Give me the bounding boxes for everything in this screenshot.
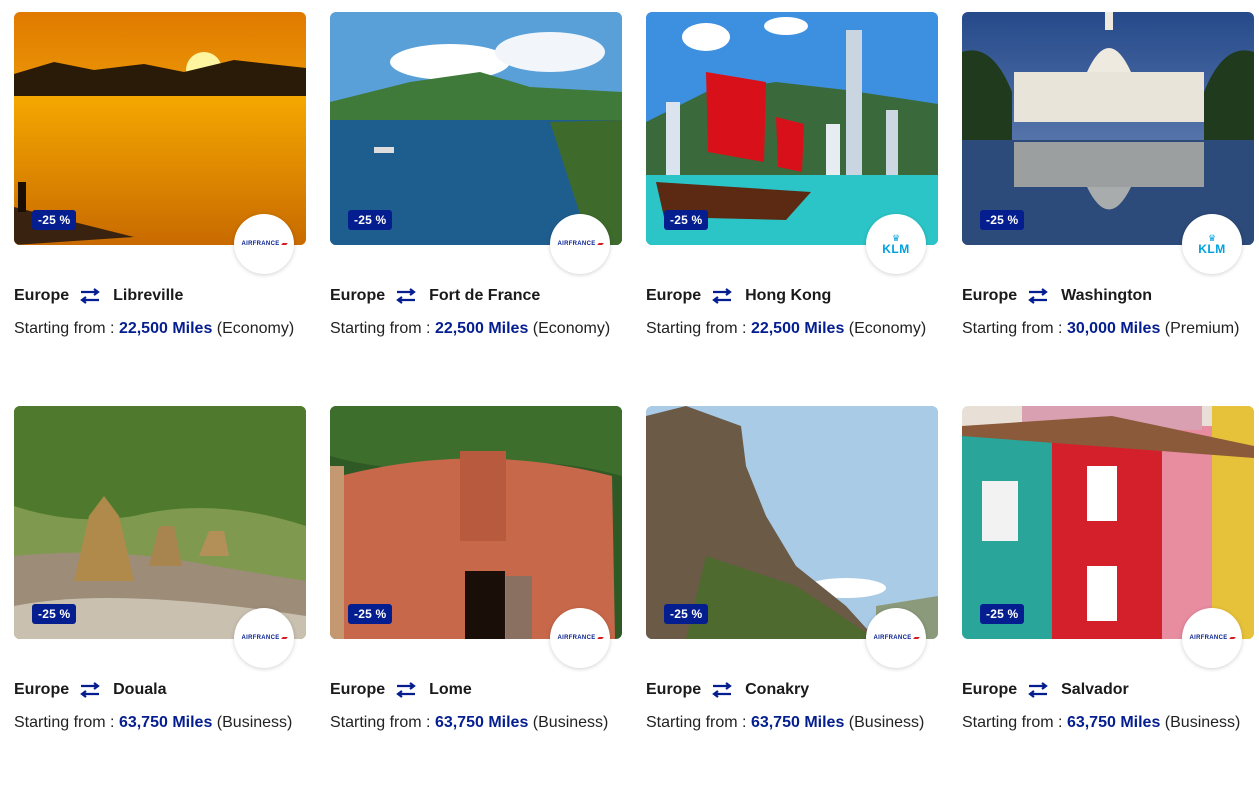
price-line: Starting from : 63,750 Miles (Business) bbox=[646, 714, 925, 731]
miles-amount: 22,500 Miles bbox=[750, 320, 845, 337]
airline-logo-klm: ♛ KLM bbox=[866, 214, 926, 274]
swap-arrows-icon bbox=[79, 682, 101, 698]
route-origin: Europe bbox=[14, 287, 70, 304]
route: Europe Conakry bbox=[646, 681, 809, 699]
price-line: Starting from : 30,000 Miles (Premium) bbox=[962, 320, 1240, 337]
offer-card-salvador[interactable]: -25 % AIRFRANCE Europe Salvador Starting… bbox=[962, 406, 1254, 800]
route-destination: Salvador bbox=[1061, 681, 1129, 698]
route-origin: Europe bbox=[330, 681, 386, 698]
destination-photo[interactable]: -25 % bbox=[14, 406, 306, 639]
destination-photo[interactable]: -25 % bbox=[646, 12, 938, 245]
price-line: Starting from : 63,750 Miles (Business) bbox=[14, 714, 293, 731]
discount-badge: -25 % bbox=[980, 210, 1025, 230]
route-origin: Europe bbox=[14, 681, 70, 698]
airline-logo-klm: ♛ KLM bbox=[1182, 214, 1242, 274]
swap-arrows-icon bbox=[395, 288, 417, 304]
cabin-class: (Business) bbox=[848, 714, 925, 731]
swap-arrows-icon bbox=[711, 682, 733, 698]
airline-logo-airfrance: AIRFRANCE bbox=[234, 608, 294, 668]
route: Europe Douala bbox=[14, 681, 166, 699]
destination-photo[interactable]: -25 % bbox=[646, 406, 938, 639]
offer-card-fort-de-france[interactable]: -25 % AIRFRANCE Europe Fort de France St… bbox=[330, 12, 622, 406]
price-line: Starting from : 22,500 Miles (Economy) bbox=[646, 320, 927, 337]
discount-badge: -25 % bbox=[348, 210, 393, 230]
offer-card-conakry[interactable]: -25 % AIRFRANCE Europe Conakry Starting … bbox=[646, 406, 938, 800]
route: Europe Hong Kong bbox=[646, 287, 831, 305]
route: Europe Fort de France bbox=[330, 287, 540, 305]
price-line: Starting from : 22,500 Miles (Economy) bbox=[14, 320, 295, 337]
swap-arrows-icon bbox=[711, 288, 733, 304]
cabin-class: (Economy) bbox=[532, 320, 611, 337]
airline-logo-airfrance: AIRFRANCE bbox=[234, 214, 294, 274]
route: Europe Washington bbox=[962, 287, 1152, 305]
route: Europe Salvador bbox=[962, 681, 1129, 699]
destination-photo[interactable]: -25 % bbox=[962, 406, 1254, 639]
destination-photo[interactable]: -25 % bbox=[962, 12, 1254, 245]
miles-amount: 63,750 Miles bbox=[750, 714, 845, 731]
price-line: Starting from : 63,750 Miles (Business) bbox=[962, 714, 1241, 731]
offer-card-libreville[interactable]: -25 % AIRFRANCE Europe Libreville Starti… bbox=[14, 12, 306, 406]
offer-card-hong-kong[interactable]: -25 % ♛ KLM Europe Hong Kong Starting fro… bbox=[646, 12, 938, 406]
offer-card-lome[interactable]: -25 % AIRFRANCE Europe Lome Starting fro… bbox=[330, 406, 622, 800]
discount-badge: -25 % bbox=[664, 604, 709, 624]
price-line: Starting from : 63,750 Miles (Business) bbox=[330, 714, 609, 731]
miles-amount: 22,500 Miles bbox=[434, 320, 529, 337]
airline-logo-airfrance: AIRFRANCE bbox=[866, 608, 926, 668]
discount-badge: -25 % bbox=[348, 604, 393, 624]
cabin-class: (Economy) bbox=[216, 320, 295, 337]
miles-amount: 63,750 Miles bbox=[1066, 714, 1161, 731]
destination-photo[interactable]: -25 % bbox=[330, 12, 622, 245]
route-destination: Douala bbox=[113, 681, 167, 698]
cabin-class: (Business) bbox=[216, 714, 293, 731]
route-destination: Hong Kong bbox=[745, 287, 832, 304]
route-origin: Europe bbox=[330, 287, 386, 304]
offers-grid: -25 % AIRFRANCE Europe Libreville Starti… bbox=[14, 12, 1254, 800]
cabin-class: (Business) bbox=[1164, 714, 1241, 731]
route-origin: Europe bbox=[646, 287, 702, 304]
route-destination: Conakry bbox=[745, 681, 810, 698]
cabin-class: (Business) bbox=[532, 714, 609, 731]
route-destination: Libreville bbox=[113, 287, 184, 304]
miles-amount: 30,000 Miles bbox=[1066, 320, 1161, 337]
swap-arrows-icon bbox=[395, 682, 417, 698]
cabin-class: (Economy) bbox=[848, 320, 927, 337]
route-destination: Washington bbox=[1061, 287, 1153, 304]
discount-badge: -25 % bbox=[32, 604, 77, 624]
offer-card-washington[interactable]: -25 % ♛ KLM Europe Washington Starting fr… bbox=[962, 12, 1254, 406]
destination-photo[interactable]: -25 % bbox=[330, 406, 622, 639]
route: Europe Lome bbox=[330, 681, 472, 699]
route-origin: Europe bbox=[962, 287, 1018, 304]
discount-badge: -25 % bbox=[980, 604, 1025, 624]
route-destination: Fort de France bbox=[429, 287, 541, 304]
swap-arrows-icon bbox=[1027, 682, 1049, 698]
swap-arrows-icon bbox=[79, 288, 101, 304]
price-line: Starting from : 22,500 Miles (Economy) bbox=[330, 320, 611, 337]
swap-arrows-icon bbox=[1027, 288, 1049, 304]
route-origin: Europe bbox=[646, 681, 702, 698]
miles-amount: 63,750 Miles bbox=[118, 714, 213, 731]
miles-amount: 22,500 Miles bbox=[118, 320, 213, 337]
airline-logo-airfrance: AIRFRANCE bbox=[1182, 608, 1242, 668]
destination-photo[interactable]: -25 % bbox=[14, 12, 306, 245]
airline-logo-airfrance: AIRFRANCE bbox=[550, 608, 610, 668]
airline-logo-airfrance: AIRFRANCE bbox=[550, 214, 610, 274]
discount-badge: -25 % bbox=[32, 210, 77, 230]
miles-amount: 63,750 Miles bbox=[434, 714, 529, 731]
route: Europe Libreville bbox=[14, 287, 183, 305]
route-destination: Lome bbox=[429, 681, 472, 698]
discount-badge: -25 % bbox=[664, 210, 709, 230]
route-origin: Europe bbox=[962, 681, 1018, 698]
cabin-class: (Premium) bbox=[1164, 320, 1240, 337]
offer-card-douala[interactable]: -25 % AIRFRANCE Europe Douala Starting f… bbox=[14, 406, 306, 800]
